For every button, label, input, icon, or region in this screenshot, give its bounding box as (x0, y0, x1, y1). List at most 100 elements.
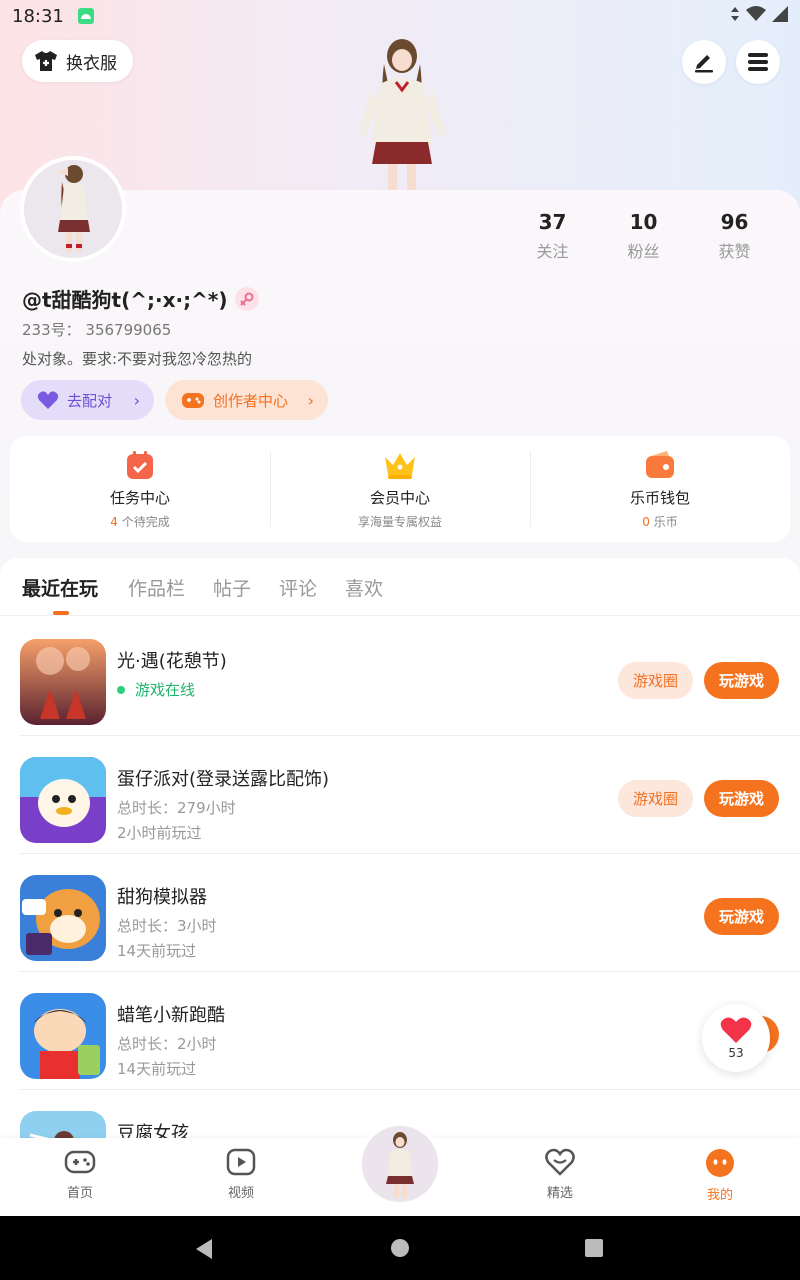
game-row[interactable]: 蜡笔小新跑酷 总时长：2小时 14天前玩过 (20, 972, 800, 1090)
online-dot-icon (117, 685, 125, 694)
match-label: 去配对 (67, 391, 113, 410)
avatar[interactable] (20, 156, 126, 262)
task-center-title: 任务中心 (109, 488, 170, 507)
purple-heart-icon (37, 391, 59, 409)
chevron-right-icon: › (133, 390, 140, 410)
heart-chat-icon (545, 1148, 575, 1176)
game-name: 蜡笔小新跑酷 (117, 1005, 225, 1026)
nav-featured-label: 精选 (546, 1186, 573, 1201)
play-game-button[interactable]: 玩游戏 (704, 898, 779, 935)
red-heart-icon (720, 1017, 752, 1043)
game-duration: 总时长：2小时 (117, 1035, 217, 1053)
like-float-button[interactable]: 53 (702, 1004, 770, 1072)
game-name: 甜狗模拟器 (117, 887, 207, 908)
edit-profile-button[interactable] (682, 40, 726, 84)
wifi-icon (746, 6, 766, 21)
game-icon-sweet-dog (20, 875, 106, 961)
home-circle-icon[interactable] (390, 1238, 410, 1258)
task-center-sub: 4 个待完成 (110, 514, 170, 529)
game-duration: 总时长：3小时 (117, 917, 217, 935)
task-center[interactable]: 任务中心 4 个待完成 (10, 447, 270, 531)
game-icon-crayon-shinchan (20, 993, 106, 1079)
female-gender-icon (235, 286, 260, 311)
tab-posts[interactable]: 帖子 (213, 574, 251, 601)
game-row[interactable]: 光·遇(花憩节) 游戏在线 游戏圈 玩游戏 (20, 618, 800, 736)
nav-featured[interactable]: 精选 (520, 1148, 600, 1201)
coin-wallet-title: 乐币钱包 (629, 488, 690, 507)
android-notification-icon (77, 8, 94, 24)
coin-wallet-sub: 0 乐币 (642, 514, 678, 529)
game-icon-sky (20, 639, 106, 725)
stat-following-value: 37 (538, 210, 567, 234)
menu-icon (748, 53, 768, 71)
nav-me-label: 我的 (706, 1188, 733, 1203)
services-panel: 任务中心 4 个待完成 会员中心 享海量专属权益 乐币钱包 0 乐币 (10, 436, 790, 542)
system-navigation-bar (0, 1216, 800, 1280)
nickname: @t甜酷狗t(^;·x·;^*) (22, 288, 228, 312)
tshirt-icon (35, 51, 57, 71)
me-face-icon (706, 1149, 734, 1177)
change-outfit-label: 换衣服 (66, 53, 117, 74)
nav-home[interactable]: 首页 (40, 1148, 120, 1201)
stat-fans[interactable]: 10 粉丝 (598, 210, 689, 262)
creator-center-label: 创作者中心 (213, 391, 289, 410)
play-game-button[interactable]: 玩游戏 (704, 662, 779, 699)
game-name: 光·遇(花憩节) (117, 651, 227, 672)
tab-works[interactable]: 作品栏 (128, 574, 185, 601)
game-icon-eggy-party (20, 757, 106, 843)
controller-icon (182, 393, 204, 408)
crown-icon (385, 452, 415, 479)
like-count: 53 (728, 1046, 744, 1060)
nickname-row: @t甜酷狗t(^;·x·;^*) (22, 284, 260, 313)
chevron-right-icon: › (307, 390, 314, 410)
task-calendar-icon (127, 450, 153, 479)
profile-tabs: 最近在玩 作品栏 帖子 评论 喜欢 (0, 558, 800, 616)
play-game-button[interactable]: 玩游戏 (704, 780, 779, 817)
stat-likes-label: 获赞 (718, 242, 751, 261)
nav-center-avatar[interactable] (358, 1122, 442, 1206)
data-arrows-icon (731, 7, 739, 21)
active-tab-indicator (53, 611, 69, 615)
member-center[interactable]: 会员中心 享海量专属权益 (270, 447, 530, 531)
coin-wallet[interactable]: 乐币钱包 0 乐币 (530, 447, 790, 531)
game-last-played: 14天前玩过 (117, 1060, 197, 1078)
signal-icon (772, 6, 788, 22)
game-last-played: 14天前玩过 (117, 942, 197, 960)
nav-avatar-image (362, 1126, 438, 1202)
tab-comments[interactable]: 评论 (279, 574, 317, 601)
creator-center-button[interactable]: 创作者中心 › (165, 380, 328, 420)
user-id: 233号： 356799065 (22, 321, 172, 339)
stat-following-label: 关注 (536, 242, 569, 261)
recents-square-icon[interactable] (584, 1238, 604, 1258)
member-center-sub: 享海量专属权益 (357, 514, 442, 529)
change-outfit-button[interactable]: 换衣服 (22, 40, 133, 82)
avatar-figure-image (24, 160, 122, 258)
profile-bio: 处对象。要求:不要对我忽冷忽热的 (22, 350, 253, 368)
menu-button[interactable] (736, 40, 780, 84)
tab-recent-play[interactable]: 最近在玩 (22, 574, 98, 601)
nav-video[interactable]: 视频 (201, 1148, 281, 1201)
stat-fans-value: 10 (629, 210, 658, 234)
play-video-icon (226, 1148, 256, 1176)
game-row[interactable]: 蛋仔派对(登录送露比配饰) 总时长：279小时 2小时前玩过 游戏圈 玩游戏 (20, 736, 800, 854)
stat-likes[interactable]: 96 获赞 (689, 210, 780, 262)
profile-stats: 37 关注 10 粉丝 96 获赞 (507, 210, 780, 262)
back-icon[interactable] (194, 1238, 214, 1260)
game-row[interactable]: 甜狗模拟器 总时长：3小时 14天前玩过 玩游戏 (20, 854, 800, 972)
nav-me[interactable]: 我的 (680, 1148, 760, 1203)
game-circle-button[interactable]: 游戏圈 (618, 662, 693, 699)
game-last-played: 2小时前玩过 (117, 824, 202, 842)
avatar-character-figure[interactable] (350, 34, 454, 194)
tab-likes[interactable]: 喜欢 (345, 574, 383, 601)
match-button[interactable]: 去配对 › (21, 380, 154, 420)
status-bar: 18:31 (0, 0, 800, 32)
wallet-icon (646, 450, 674, 478)
stat-likes-value: 96 (720, 210, 749, 234)
nav-home-label: 首页 (66, 1186, 93, 1201)
stat-following[interactable]: 37 关注 (507, 210, 598, 262)
pen-icon (695, 55, 713, 73)
game-circle-button[interactable]: 游戏圈 (618, 780, 693, 817)
game-name: 蛋仔派对(登录送露比配饰) (117, 769, 330, 790)
nav-video-label: 视频 (227, 1186, 254, 1201)
game-online-status: 游戏在线 (117, 679, 195, 700)
